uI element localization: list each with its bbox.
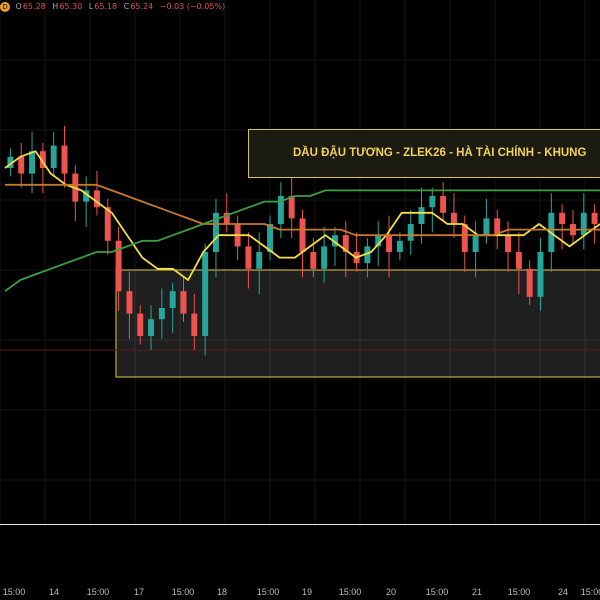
candle-body bbox=[515, 252, 522, 269]
candle-body bbox=[472, 235, 479, 252]
candle-body bbox=[288, 196, 295, 219]
x-tick-label: 15:00 bbox=[171, 587, 195, 597]
high-label: H bbox=[52, 2, 59, 11]
candle-body bbox=[50, 145, 57, 168]
close-value: 65.24 bbox=[130, 2, 154, 11]
x-tick-label: 14 bbox=[48, 587, 60, 597]
x-tick-label: 24 bbox=[557, 587, 569, 597]
candle-body bbox=[418, 207, 425, 224]
candle-body bbox=[29, 151, 36, 174]
candle-body bbox=[559, 212, 566, 224]
candle-body bbox=[299, 218, 306, 252]
x-tick-label: 21 bbox=[471, 587, 483, 597]
candle-body bbox=[158, 308, 165, 320]
candle-body bbox=[450, 212, 457, 224]
candle-body bbox=[429, 196, 436, 208]
x-tick-label: 15:00 bbox=[338, 587, 362, 597]
candle-body bbox=[93, 190, 100, 208]
x-tick-label: 15:00 bbox=[256, 587, 280, 597]
candle-body bbox=[396, 240, 403, 252]
candle-body bbox=[202, 252, 209, 336]
candle-body bbox=[386, 235, 393, 252]
candle-body bbox=[483, 218, 490, 236]
chart-title-box: DẦU ĐẬU TƯƠNG - ZLEK26 - HÀ TÀI CHÍNH - … bbox=[248, 129, 600, 178]
candle-body bbox=[407, 224, 414, 241]
x-tick-label: 17 bbox=[133, 587, 145, 597]
x-tick-label: 15:00 bbox=[86, 587, 110, 597]
candle-body bbox=[321, 246, 328, 269]
close-label: C bbox=[123, 2, 130, 11]
candle-body bbox=[591, 212, 598, 224]
x-tick-label: 19 bbox=[301, 587, 313, 597]
low-value: 65.18 bbox=[94, 2, 118, 11]
low-label: L bbox=[88, 2, 94, 11]
candle-body bbox=[148, 319, 155, 336]
candle-body bbox=[137, 313, 144, 336]
candle-body bbox=[505, 235, 512, 252]
ohlc-legend: D O65.28 H65.30 L65.18 C65.24 −0.03 (−0.… bbox=[0, 2, 229, 12]
candle-body bbox=[580, 212, 587, 236]
x-tick-label: 15:00 bbox=[2, 587, 26, 597]
symbol-badge[interactable]: D bbox=[0, 2, 10, 12]
candle-body bbox=[440, 196, 447, 213]
candle-body bbox=[169, 291, 176, 308]
candle-body bbox=[126, 291, 133, 314]
high-value: 65.30 bbox=[59, 2, 83, 11]
candle-body bbox=[537, 252, 544, 297]
x-tick-label: 15:00 bbox=[507, 587, 531, 597]
pane-divider bbox=[0, 524, 600, 525]
chart-title: DẦU ĐẬU TƯƠNG - ZLEK26 - HÀ TÀI CHÍNH - … bbox=[293, 147, 587, 159]
x-tick-label: 15:00 bbox=[425, 587, 449, 597]
x-tick-label: 18 bbox=[216, 587, 228, 597]
candle-body bbox=[256, 252, 263, 269]
x-tick-label: 15:00 bbox=[580, 587, 600, 597]
candle-body bbox=[61, 145, 68, 174]
candle-body bbox=[310, 252, 317, 269]
x-tick-label: 20 bbox=[385, 587, 397, 597]
candle-body bbox=[526, 268, 533, 297]
candle-body bbox=[461, 224, 468, 252]
grid-lines bbox=[0, 0, 600, 524]
open-label: O bbox=[15, 2, 22, 11]
candle-body bbox=[18, 156, 25, 174]
price-chart[interactable] bbox=[0, 0, 600, 600]
change-value: −0.03 (−0.05%) bbox=[159, 2, 226, 11]
candle-body bbox=[245, 246, 252, 269]
candle-body bbox=[180, 291, 187, 314]
candle-body bbox=[191, 313, 198, 336]
open-value: 65.28 bbox=[22, 2, 46, 11]
candle-body bbox=[267, 224, 274, 252]
